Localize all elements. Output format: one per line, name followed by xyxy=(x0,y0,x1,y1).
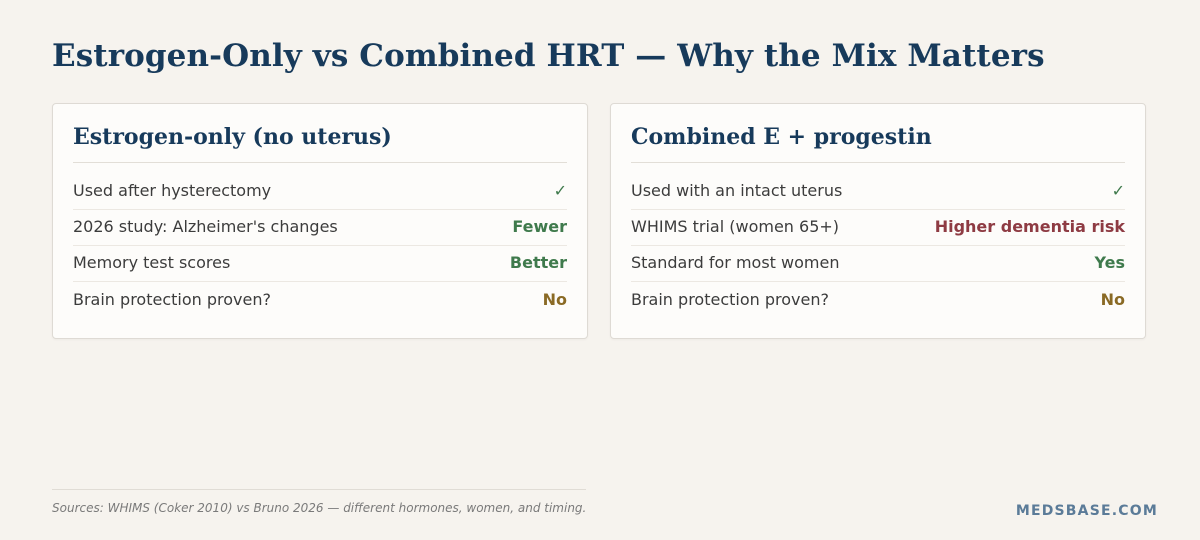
check-icon: ✓ xyxy=(553,181,567,200)
row-label: 2026 study: Alzheimer's changes xyxy=(73,217,338,236)
card-title: Estrogen-only (no uterus) xyxy=(73,124,392,150)
row-label: Used after hysterectomy xyxy=(73,181,272,200)
row-label: Used with an intact uterus xyxy=(631,181,843,200)
row-value: Fewer xyxy=(512,217,567,236)
comparison-row: Memory test scores Better xyxy=(73,246,567,282)
row-label: Brain protection proven? xyxy=(73,289,271,309)
row-label: Standard for most women xyxy=(631,253,840,272)
row-value: Higher dementia risk xyxy=(934,217,1125,236)
comparison-row: Brain protection proven? No xyxy=(73,282,567,318)
card-header: Estrogen-only (no uterus) xyxy=(73,104,567,163)
comparison-row: 2026 study: Alzheimer's changes Fewer xyxy=(73,210,567,246)
row-label: WHIMS trial (women 65+) xyxy=(631,217,840,236)
row-value: Yes xyxy=(1094,253,1126,272)
comparison-row: Standard for most women Yes xyxy=(631,246,1125,282)
row-label: Memory test scores xyxy=(73,253,231,272)
estrogen-only-card: Estrogen-only (no uterus) Used after hys… xyxy=(52,103,588,339)
source-note: Sources: WHIMS (Coker 2010) vs Bruno 202… xyxy=(52,501,587,515)
comparison-row: WHIMS trial (women 65+) Higher dementia … xyxy=(631,210,1125,246)
card-header: Combined E + progestin xyxy=(631,104,1125,163)
footer-divider xyxy=(52,489,586,490)
comparison-row: Used after hysterectomy ✓ xyxy=(73,174,567,210)
row-value: Better xyxy=(509,253,567,272)
comparison-row: Used with an intact uterus ✓ xyxy=(631,174,1125,210)
card-title: Combined E + progestin xyxy=(631,124,932,150)
comparison-list: Used with an intact uterus ✓ WHIMS trial… xyxy=(631,174,1125,318)
row-label: Brain protection proven? xyxy=(631,289,829,309)
brand-logo: MEDSBASE.COM xyxy=(1015,503,1158,519)
check-icon: ✓ xyxy=(1111,181,1125,200)
combined-hrt-card: Combined E + progestin Used with an inta… xyxy=(610,103,1146,339)
comparison-row: Brain protection proven? No xyxy=(631,282,1125,318)
row-value: No xyxy=(1100,289,1125,309)
comparison-list: Used after hysterectomy ✓ 2026 study: Al… xyxy=(73,174,567,318)
page-title: Estrogen-Only vs Combined HRT — Why the … xyxy=(52,38,1045,74)
row-value: No xyxy=(542,289,567,309)
